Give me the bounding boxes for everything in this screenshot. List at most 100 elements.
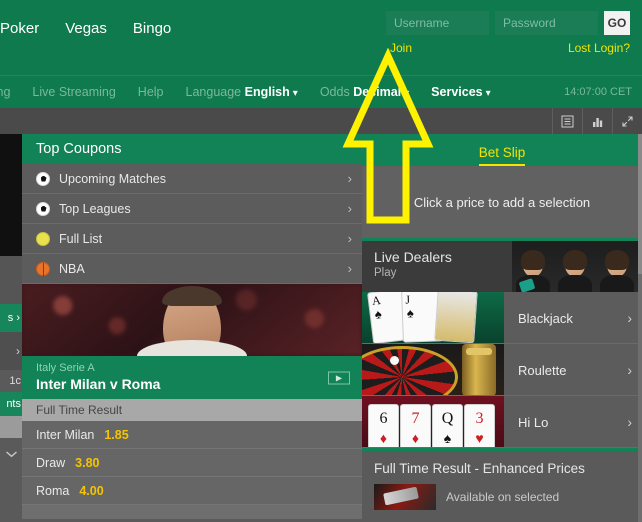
chevron-right-icon: › <box>347 171 352 186</box>
game-row-blackjack[interactable]: A ♠ J ♠ Blackjack › <box>362 292 642 344</box>
card-rank: Q <box>441 410 454 427</box>
sidebar-text-item[interactable]: 1c <box>0 370 22 392</box>
basketball-icon <box>36 261 50 277</box>
coupon-label: Upcoming Matches <box>59 171 166 186</box>
chevron-right-icon: › <box>16 344 20 358</box>
card-rank: 6 <box>379 410 388 427</box>
play-video-icon[interactable]: ▶ <box>328 371 350 384</box>
card-rank: 7 <box>411 410 420 427</box>
left-content-column: Top Coupons Upcoming Matches › Top Leagu… <box>22 134 362 522</box>
expand-icon[interactable] <box>612 108 642 134</box>
playing-card: 6 ♦ <box>368 404 399 447</box>
layout-icon[interactable] <box>552 108 582 134</box>
coupon-label: Top Leagues <box>59 201 131 216</box>
selection-row-inter-milan[interactable]: Inter Milan 1.85 <box>22 421 362 449</box>
match-header[interactable]: Italy Serie A Inter Milan v Roma ▶ <box>22 356 362 399</box>
sidebar-gray-item[interactable]: › <box>0 332 22 370</box>
dealer-head <box>605 250 629 277</box>
game-label: Blackjack <box>518 310 573 326</box>
subnav-item-live-streaming[interactable]: Live Streaming <box>32 85 115 99</box>
selection-price[interactable]: 1.85 <box>104 428 128 442</box>
betslip-body: Click a price to add a selection <box>362 166 642 238</box>
live-dealers-text: Live Dealers Play <box>374 249 452 279</box>
game-row-roulette[interactable]: Roulette › <box>362 344 642 396</box>
subnav-item-help[interactable]: Help <box>138 85 164 99</box>
server-clock: 14:07:00 CET <box>564 86 632 98</box>
language-selector[interactable]: Language English ▾ <box>186 85 298 99</box>
coupon-row-full-list[interactable]: Full List › <box>22 224 362 254</box>
nav-item-vegas[interactable]: Vegas <box>65 20 107 37</box>
bar-chart-icon[interactable] <box>582 108 612 134</box>
dealer-avatar <box>514 250 552 292</box>
selection-name: Roma <box>36 483 70 498</box>
selection-row-draw[interactable]: Draw 3.80 <box>22 449 362 477</box>
sidebar-light-block <box>0 416 22 438</box>
enhanced-prices-body: Available on selected <box>362 476 642 510</box>
page-scrollbar[interactable] <box>638 134 642 522</box>
card-suit: ♦ <box>379 430 388 446</box>
chevron-right-icon: › <box>347 201 352 216</box>
lost-login-link[interactable]: Lost Login? <box>568 41 630 55</box>
coupon-row-nba[interactable]: NBA › <box>22 254 362 284</box>
top-coupons-header: Top Coupons <box>22 134 362 164</box>
coupon-label: NBA <box>59 261 85 276</box>
odds-selector[interactable]: Odds Decimal ▾ <box>320 85 409 99</box>
dealer-head <box>563 250 587 277</box>
game-label: Roulette <box>518 362 567 378</box>
selection-price[interactable]: 4.00 <box>79 484 103 498</box>
blackjack-panel: Blackjack › <box>504 292 642 343</box>
soccer-ball-icon <box>36 171 50 186</box>
view-toolbar <box>0 108 642 134</box>
market-header: Full Time Result <box>22 399 362 421</box>
roulette-table <box>362 344 504 395</box>
game-row-hi-lo[interactable]: 6 ♦ 7 ♦ Q ♠ 3 ♥ Hi Lo › <box>362 396 642 448</box>
sidebar-collapse-toggle[interactable] <box>0 438 22 470</box>
dealer-head <box>521 250 545 277</box>
coupon-row-top-leagues[interactable]: Top Leagues › <box>22 194 362 224</box>
selection-row-roma[interactable]: Roma 4.00 <box>22 477 362 505</box>
hilo-art: 6 ♦ 7 ♦ Q ♠ 3 ♥ <box>362 396 504 447</box>
sidebar-green-item-2[interactable]: nts <box>0 392 22 416</box>
roulette-art <box>362 344 504 395</box>
username-input[interactable] <box>386 11 489 35</box>
selection-price[interactable]: 3.80 <box>75 456 99 470</box>
services-label: Services <box>431 85 483 99</box>
scrollbar-thumb[interactable] <box>638 134 642 274</box>
enhanced-prices-title: Full Time Result - Enhanced Prices <box>374 461 585 476</box>
roulette-ball <box>390 356 399 365</box>
chevron-down-icon: ▾ <box>485 88 491 99</box>
dealer-avatar <box>556 250 594 292</box>
sidebar-green-item-1[interactable]: s › <box>0 304 22 332</box>
dealer-body <box>600 275 634 292</box>
live-dealers-photo <box>512 241 642 292</box>
join-link[interactable]: Join <box>390 41 412 55</box>
main-navigation: Poker Vegas Bingo <box>0 20 171 37</box>
nav-item-bingo[interactable]: Bingo <box>133 20 171 37</box>
card-suit: ♦ <box>411 430 420 446</box>
playing-card: 7 ♦ <box>400 404 431 447</box>
go-button[interactable]: GO <box>604 11 630 35</box>
coupon-row-upcoming-matches[interactable]: Upcoming Matches › <box>22 164 362 194</box>
hilo-panel: Hi Lo › <box>504 396 642 447</box>
dealer-body <box>558 275 592 292</box>
enhanced-prices-subtitle: Available on selected <box>446 490 560 504</box>
enhanced-prices-section: Full Time Result - Enhanced Prices Avail… <box>362 448 642 510</box>
card-suit: ♠ <box>406 305 415 321</box>
language-label: Language <box>185 85 242 99</box>
tab-bet-slip[interactable]: Bet Slip <box>478 145 526 166</box>
roulette-wheel <box>362 346 458 395</box>
subnav-item-gambling[interactable]: bling <box>0 85 10 99</box>
right-content-column: Bet Slip Click a price to add a selectio… <box>362 134 642 522</box>
chevron-down-icon: ▾ <box>404 88 410 99</box>
dealer-hair <box>605 250 629 270</box>
login-form: GO <box>386 11 630 35</box>
password-input[interactable] <box>495 11 598 35</box>
roulette-panel: Roulette › <box>504 344 642 395</box>
live-dealers-banner[interactable]: Live Dealers Play <box>362 238 642 292</box>
match-hero-image <box>22 284 362 356</box>
services-menu[interactable]: Services ▾ <box>431 85 490 99</box>
live-dealers-title: Live Dealers <box>374 249 452 265</box>
nav-item-poker[interactable]: Poker <box>0 20 39 37</box>
betslip-header: Bet Slip <box>362 134 642 166</box>
live-dealers-subtitle: Play <box>374 267 397 279</box>
